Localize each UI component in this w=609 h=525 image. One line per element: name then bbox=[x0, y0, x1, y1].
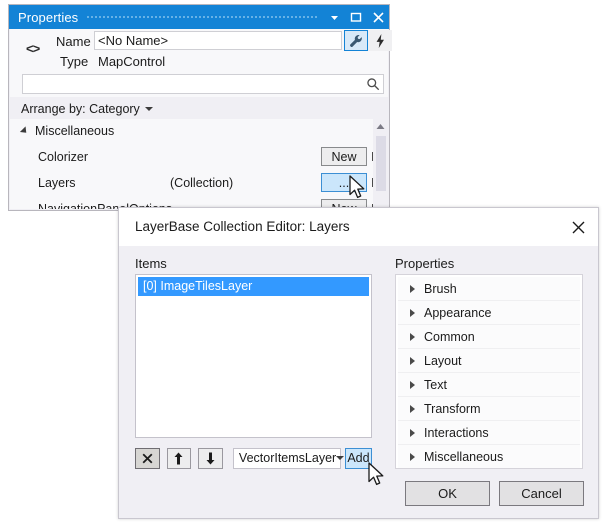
properties-window: Properties <> Name Type MapControl bbox=[8, 4, 392, 211]
property-category-label: Miscellaneous bbox=[35, 124, 115, 138]
scrollbar-thumb[interactable] bbox=[376, 136, 386, 191]
search-box[interactable] bbox=[22, 74, 384, 94]
move-up-button[interactable] bbox=[166, 447, 192, 469]
name-type-toolbar bbox=[344, 30, 392, 51]
type-value: MapControl bbox=[98, 54, 166, 69]
dialog-title: LayerBase Collection Editor: Layers bbox=[135, 219, 350, 234]
property-category-transform[interactable]: Transform bbox=[398, 397, 580, 421]
close-icon[interactable] bbox=[367, 6, 389, 28]
category-label: Miscellaneous bbox=[424, 449, 504, 464]
cancel-button[interactable]: Cancel bbox=[499, 481, 584, 506]
add-button[interactable]: Add bbox=[344, 447, 372, 469]
property-category-miscellaneous[interactable]: Miscellaneous bbox=[398, 445, 580, 468]
property-category-text[interactable]: Text bbox=[398, 373, 580, 397]
category-label: Brush bbox=[424, 281, 457, 296]
items-toolbar: VectorItemsLayer Add bbox=[135, 447, 372, 469]
property-category-common[interactable]: Common bbox=[398, 325, 580, 349]
property-grid: Miscellaneous Colorizer New Layers (Coll… bbox=[10, 119, 388, 209]
property-categories-list[interactable]: Brush Appearance Common Layout Text Tran… bbox=[395, 274, 583, 469]
property-name: Layers bbox=[38, 176, 76, 190]
search-row bbox=[10, 71, 388, 97]
category-label: Interactions bbox=[424, 425, 489, 440]
ok-button[interactable]: OK bbox=[405, 481, 490, 506]
properties-window-title: Properties bbox=[18, 9, 79, 25]
category-label: Appearance bbox=[424, 305, 492, 320]
expander-triangle-icon[interactable] bbox=[410, 428, 415, 437]
dialog-buttons: OK Cancel bbox=[396, 481, 584, 506]
property-category-appearance[interactable]: Appearance bbox=[398, 301, 580, 325]
new-button[interactable]: New bbox=[321, 147, 367, 166]
scroll-up-icon[interactable] bbox=[373, 119, 388, 133]
close-icon[interactable] bbox=[566, 216, 590, 238]
expander-triangle-icon[interactable] bbox=[410, 284, 415, 293]
expander-triangle-icon[interactable] bbox=[410, 380, 415, 389]
items-listbox[interactable]: [0] ImageTilesLayer bbox=[135, 274, 372, 438]
delete-item-button[interactable] bbox=[135, 447, 160, 469]
layer-type-selected-value: VectorItemsLayer bbox=[238, 451, 337, 465]
expander-triangle-icon[interactable] bbox=[410, 452, 415, 461]
dialog-titlebar[interactable]: LayerBase Collection Editor: Layers bbox=[119, 208, 598, 246]
property-category-interactions[interactable]: Interactions bbox=[398, 421, 580, 445]
layer-type-dropdown[interactable]: VectorItemsLayer bbox=[232, 447, 345, 469]
expander-triangle-icon[interactable] bbox=[410, 404, 415, 413]
chevron-down-icon[interactable] bbox=[144, 106, 153, 111]
lightning-icon[interactable] bbox=[368, 30, 392, 51]
screen: Properties <> Name Type MapControl bbox=[0, 0, 609, 525]
expander-triangle-icon[interactable] bbox=[410, 356, 415, 365]
ellipsis-button[interactable]: ... bbox=[321, 173, 367, 192]
property-row-colorizer[interactable]: Colorizer New bbox=[10, 145, 388, 169]
items-label: Items bbox=[135, 256, 167, 271]
property-value: (Collection) bbox=[170, 176, 234, 190]
maximize-icon[interactable] bbox=[345, 6, 367, 28]
name-label: Name bbox=[56, 34, 91, 49]
name-type-area: <> Name Type MapControl bbox=[10, 29, 392, 71]
wrench-icon[interactable] bbox=[344, 30, 368, 51]
arrange-by-label: Arrange by: Category bbox=[21, 101, 140, 116]
chevron-down-icon[interactable] bbox=[336, 456, 345, 460]
property-grid-scrollbar[interactable] bbox=[373, 119, 388, 209]
category-label: Text bbox=[424, 377, 447, 392]
arrange-by-control[interactable]: Arrange by: Category bbox=[10, 98, 388, 119]
search-input[interactable] bbox=[23, 75, 369, 93]
category-label: Common bbox=[424, 329, 475, 344]
search-icon[interactable] bbox=[366, 77, 380, 91]
property-category-layout[interactable]: Layout bbox=[398, 349, 580, 373]
property-category-brush[interactable]: Brush bbox=[398, 277, 580, 301]
titlebar-grip bbox=[86, 13, 317, 21]
collection-editor-dialog: LayerBase Collection Editor: Layers Item… bbox=[118, 207, 599, 519]
properties-titlebar[interactable]: Properties bbox=[9, 5, 389, 29]
category-label: Transform bbox=[424, 401, 481, 416]
expander-triangle-icon[interactable] bbox=[410, 332, 415, 341]
dropdown-icon[interactable] bbox=[323, 6, 345, 28]
category-label: Layout bbox=[424, 353, 462, 368]
type-label: Type bbox=[60, 54, 89, 69]
code-icon: <> bbox=[26, 41, 40, 56]
properties-label: Properties bbox=[395, 256, 455, 271]
move-down-button[interactable] bbox=[198, 447, 223, 469]
list-item[interactable]: [0] ImageTilesLayer bbox=[138, 277, 369, 296]
property-row-layers[interactable]: Layers (Collection) ... bbox=[10, 171, 388, 195]
property-name: Colorizer bbox=[38, 150, 89, 164]
expander-triangle-icon[interactable] bbox=[19, 126, 30, 136]
property-category-miscellaneous[interactable]: Miscellaneous bbox=[10, 119, 388, 143]
expander-triangle-icon[interactable] bbox=[410, 308, 415, 317]
name-input[interactable] bbox=[94, 31, 342, 50]
